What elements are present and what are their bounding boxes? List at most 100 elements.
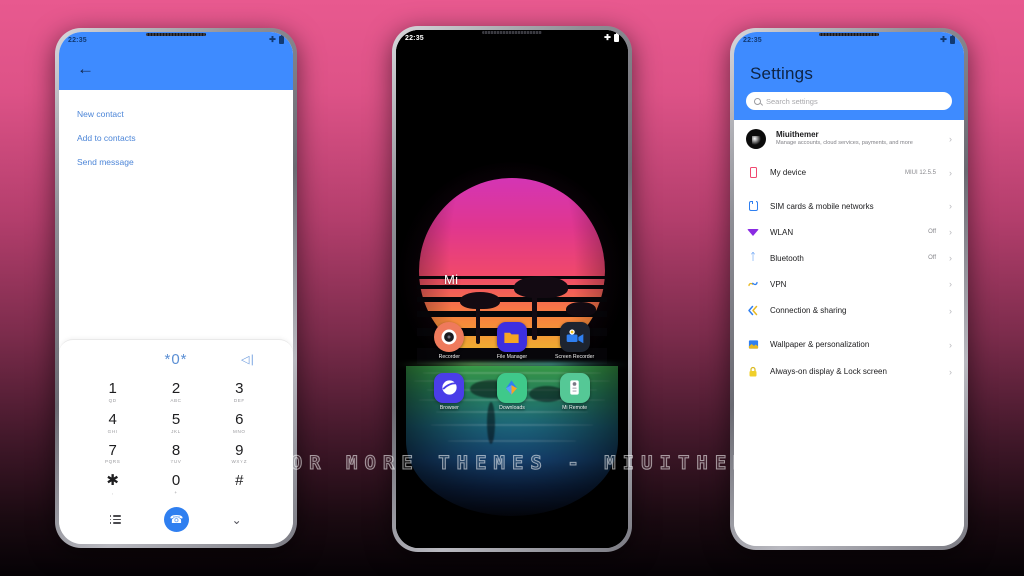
bluetooth-icon: ᛏ (750, 252, 756, 263)
app-mi-remote[interactable]: Mi Remote (543, 372, 606, 412)
row-label: WLAN (770, 227, 794, 237)
search-icon (754, 97, 761, 105)
lock-icon (746, 366, 760, 378)
key-digit: ✱ (106, 472, 119, 490)
account-name: Miuithemer (776, 130, 819, 140)
status-icons: ✚ (604, 33, 619, 42)
settings-row-wlan[interactable]: WLAN Off › (734, 219, 964, 245)
earpiece-speaker-icon (482, 31, 542, 34)
row-label: VPN (770, 279, 787, 289)
row-value: Off (928, 229, 936, 235)
wallpaper-icon (746, 339, 760, 350)
app-browser[interactable]: Browser (418, 372, 481, 412)
device-icon (746, 167, 760, 178)
key-hash[interactable]: # (208, 470, 271, 499)
settings-row-connection-sharing[interactable]: Connection & sharing › (734, 297, 964, 324)
app-downloads[interactable]: Downloads (481, 372, 544, 412)
key-digit: 6 (235, 410, 244, 428)
suggestion-add-to-contacts[interactable]: Add to contacts (59, 126, 293, 150)
app-file-manager[interactable]: File Manager (481, 322, 544, 361)
app-label: File Manager (496, 354, 528, 360)
suggestion-send-message[interactable]: Send message (59, 150, 293, 174)
battery-icon (614, 33, 619, 42)
chevron-down-icon[interactable]: ⌄ (232, 513, 242, 527)
row-label: Connection & sharing (770, 306, 847, 315)
watermark-text: VISIT FOR MORE THEMES - MIUITHEMER.COM (161, 452, 863, 475)
key-digit: 3 (235, 380, 244, 397)
key-1[interactable]: 1 QD (81, 378, 144, 407)
key-3[interactable]: 3 DEF (208, 378, 271, 407)
file-manager-icon (496, 322, 527, 352)
row-label: My device (770, 168, 807, 177)
settings-row-bluetooth[interactable]: ᛏ Bluetooth Off › (734, 245, 964, 271)
search-input[interactable]: Search settings (746, 92, 952, 110)
key-letters: DEF (233, 397, 245, 403)
screen-recorder-icon (559, 322, 590, 352)
row-label: Wallpaper & personalization (770, 340, 870, 349)
key-6[interactable]: 6 MNO (208, 409, 271, 438)
battery-icon (950, 35, 955, 44)
connection-sharing-icon (746, 305, 760, 316)
row-label: Bluetooth (770, 253, 804, 263)
dialer-spacer (59, 182, 293, 339)
key-digit: 0 (171, 472, 181, 490)
list-divider (734, 324, 964, 331)
airplane-mode-icon: ✚ (269, 35, 276, 44)
settings-row-account[interactable]: Miuithemer Manage accounts, cloud servic… (734, 120, 964, 159)
settings-row-my-device[interactable]: My device MIUI 12.5.5 › (734, 159, 964, 186)
settings-row-aod-lock-screen[interactable]: Always-on display & Lock screen › (734, 358, 964, 386)
row-value: Off (928, 255, 936, 261)
vpn-icon (746, 279, 760, 289)
app-recorder[interactable]: Recorder (418, 322, 481, 361)
keypad-grid: 1 QD 2 ABC 3 DEF 4 GHI 5 JKL 6 MNO 7 PQRS 8 TUV … (59, 372, 293, 501)
settings-row-vpn[interactable]: VPN › (734, 271, 964, 297)
settings-row-wallpaper[interactable]: Wallpaper & personalization › (734, 331, 964, 358)
key-letters: QD (108, 397, 117, 403)
app-label: Screen Recorder (555, 354, 595, 360)
wifi-icon (746, 228, 760, 236)
status-time: 22:35 (68, 36, 87, 44)
account-subtitle: Manage accounts, cloud services, payment… (776, 140, 913, 147)
suggestion-new-contact[interactable]: New contact (59, 102, 293, 126)
key-5[interactable]: 5 JKL (144, 409, 207, 438)
app-screen-recorder[interactable]: Screen Recorder (543, 322, 606, 361)
chevron-right-icon: › (949, 134, 952, 144)
earpiece-speaker-icon (146, 33, 206, 36)
back-button[interactable]: ← (59, 48, 293, 90)
app-label: Downloads (499, 404, 525, 411)
chevron-right-icon: › (949, 367, 952, 377)
status-time: 22:35 (743, 36, 762, 44)
app-grid: Recorder File Manager Screen Recorder Br… (396, 322, 628, 411)
key-2[interactable]: 2 ABC (144, 378, 207, 407)
key-letters: , (111, 490, 114, 495)
dialer-appbar: 22:35 ✚ ← (59, 32, 293, 90)
dialer-action-bar: ☎ ⌄ (59, 501, 293, 540)
chevron-right-icon: › (949, 253, 952, 263)
chevron-right-icon: › (949, 279, 952, 289)
settings-header: 22:35 ✚ Settings Search settings (734, 32, 964, 120)
dialed-number[interactable]: *0* (164, 351, 187, 368)
backspace-icon[interactable]: ◁∣ (241, 353, 255, 366)
status-time: 22:35 (405, 34, 424, 42)
page-title: Settings (750, 64, 814, 83)
key-digit: 2 (171, 380, 181, 397)
key-digit: 5 (171, 410, 181, 428)
browser-icon (434, 372, 465, 403)
contacts-list-icon[interactable] (109, 515, 122, 524)
account-avatar (746, 129, 766, 149)
airplane-mode-icon: ✚ (604, 33, 611, 42)
chevron-right-icon: › (949, 167, 952, 178)
settings-row-sim-cards[interactable]: SIM cards & mobile networks › (734, 193, 964, 219)
key-digit: 1 (108, 380, 117, 397)
mi-remote-icon (559, 372, 590, 403)
battery-icon (279, 35, 284, 44)
app-label: Mi Remote (562, 404, 588, 411)
phone-call-icon[interactable]: ☎ (163, 507, 189, 532)
key-0[interactable]: 0 + (144, 470, 207, 499)
key-star[interactable]: ✱, (81, 470, 144, 499)
key-4[interactable]: 4 GHI (81, 409, 144, 438)
recorder-icon (434, 322, 465, 352)
dialer-entry: *0* ◁∣ (59, 346, 293, 372)
search-placeholder: Search settings (766, 96, 818, 106)
app-label: Recorder (438, 354, 460, 360)
